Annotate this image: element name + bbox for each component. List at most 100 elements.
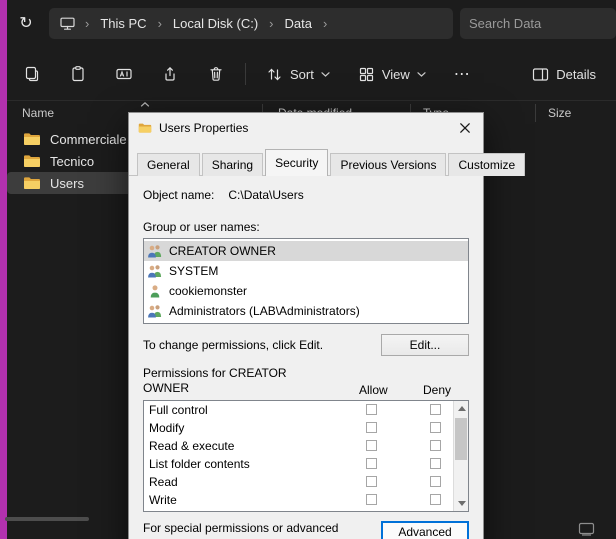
allow-checkbox[interactable] xyxy=(366,494,377,505)
this-pc-icon xyxy=(59,16,76,31)
deny-checkbox[interactable] xyxy=(430,404,441,415)
breadcrumb-item-local-disk[interactable]: Local Disk (C:) xyxy=(171,14,260,33)
scroll-down-icon[interactable] xyxy=(458,501,466,506)
group-icon xyxy=(147,244,163,258)
breadcrumb-item-this-pc[interactable]: This PC xyxy=(98,14,148,33)
permission-row-full-control[interactable]: Full control xyxy=(144,401,468,419)
dialog-titlebar[interactable]: Users Properties xyxy=(129,113,483,143)
advanced-button[interactable]: Advanced xyxy=(381,521,469,539)
permission-label: Write xyxy=(149,493,177,507)
sort-label: Sort xyxy=(290,67,314,82)
permission-label: List folder contents xyxy=(149,457,250,471)
group-item-label: CREATOR OWNER xyxy=(169,244,276,258)
share-button[interactable] xyxy=(153,58,187,90)
deny-checkbox[interactable] xyxy=(430,494,441,505)
object-name-label: Object name: xyxy=(143,188,214,202)
scrollbar-thumb[interactable] xyxy=(455,418,467,460)
sort-icon xyxy=(266,66,283,83)
chevron-down-icon xyxy=(417,70,426,78)
search-box[interactable] xyxy=(460,8,616,39)
folder-icon xyxy=(23,154,41,168)
tab-security[interactable]: Security xyxy=(265,149,328,176)
copy-icon xyxy=(23,65,41,83)
command-toolbar: Sort View ⋯ Details xyxy=(7,52,616,96)
share-icon xyxy=(161,65,179,83)
view-icon xyxy=(358,66,375,83)
vertical-scrollbar[interactable] xyxy=(453,401,468,511)
group-user-names-label: Group or user names: xyxy=(143,220,469,234)
breadcrumb-chevron-icon[interactable]: › xyxy=(269,16,273,31)
dialog-title: Users Properties xyxy=(159,121,248,135)
allow-checkbox[interactable] xyxy=(366,476,377,487)
group-user-list[interactable]: CREATOR OWNER SYSTEM cookiemonster Admin… xyxy=(143,238,469,324)
object-name-value: C:\Data\Users xyxy=(228,188,303,202)
details-pane-icon xyxy=(532,67,549,82)
permission-label: Read xyxy=(149,475,178,489)
details-pane-button[interactable]: Details xyxy=(524,60,604,89)
view-button[interactable]: View xyxy=(350,59,434,90)
column-header-size[interactable]: Size xyxy=(548,106,571,120)
breadcrumb-chevron-icon[interactable]: › xyxy=(323,16,327,31)
close-icon[interactable] xyxy=(447,113,483,143)
refresh-icon[interactable]: ↻ xyxy=(13,13,39,33)
tab-customize[interactable]: Customize xyxy=(448,153,525,176)
group-item-system[interactable]: SYSTEM xyxy=(144,261,468,281)
delete-button[interactable] xyxy=(199,58,233,90)
deny-checkbox[interactable] xyxy=(430,422,441,433)
breadcrumb-item-data[interactable]: Data xyxy=(283,14,314,33)
group-item-creator-owner[interactable]: CREATOR OWNER xyxy=(144,241,468,261)
more-options-button[interactable]: ⋯ xyxy=(446,57,478,91)
permission-row-modify[interactable]: Modify xyxy=(144,419,468,437)
copy-button[interactable] xyxy=(15,58,49,90)
allow-checkbox[interactable] xyxy=(366,440,377,451)
deny-checkbox[interactable] xyxy=(430,476,441,487)
tab-previous-versions[interactable]: Previous Versions xyxy=(330,153,446,176)
permission-row-write[interactable]: Write xyxy=(144,491,468,509)
permission-row-list-folder-contents[interactable]: List folder contents xyxy=(144,455,468,473)
tab-sharing[interactable]: Sharing xyxy=(202,153,263,176)
permission-row-read[interactable]: Read xyxy=(144,473,468,491)
permission-label: Full control xyxy=(149,403,208,417)
edit-button[interactable]: Edit... xyxy=(381,334,469,356)
file-name: Commerciale xyxy=(50,132,127,147)
tab-general[interactable]: General xyxy=(137,153,200,176)
deny-checkbox[interactable] xyxy=(430,440,441,451)
status-bar-icon[interactable] xyxy=(578,522,595,536)
advanced-hint-text: For special permissions or advanced sett… xyxy=(143,521,381,539)
scroll-up-icon[interactable] xyxy=(458,406,466,411)
sort-ascending-icon xyxy=(140,101,150,108)
permissions-for-label: Permissions for CREATOR OWNER xyxy=(143,366,311,396)
permissions-list[interactable]: Full control Modify Read & execute List … xyxy=(143,400,469,512)
group-icon xyxy=(147,304,163,318)
user-icon xyxy=(147,284,163,298)
details-pane-label: Details xyxy=(556,67,596,82)
deny-column-header: Deny xyxy=(423,383,451,397)
toolbar-divider xyxy=(245,63,246,85)
deny-checkbox[interactable] xyxy=(430,458,441,469)
paste-button[interactable] xyxy=(61,58,95,90)
permission-label: Read & execute xyxy=(149,439,234,453)
group-item-label: cookiemonster xyxy=(169,284,247,298)
users-properties-dialog: Users Properties General Sharing Securit… xyxy=(128,112,484,539)
search-input[interactable] xyxy=(469,16,616,31)
horizontal-scrollbar[interactable] xyxy=(5,517,89,521)
column-header-name[interactable]: Name xyxy=(22,106,54,120)
breadcrumb-chevron-icon[interactable]: › xyxy=(158,16,162,31)
group-item-administrators[interactable]: Administrators (LAB\Administrators) xyxy=(144,301,468,321)
sort-button[interactable]: Sort xyxy=(258,59,338,90)
breadcrumb-chevron-icon: › xyxy=(85,16,89,31)
column-divider[interactable] xyxy=(535,104,536,122)
permission-row-read-execute[interactable]: Read & execute xyxy=(144,437,468,455)
allow-checkbox[interactable] xyxy=(366,422,377,433)
edit-hint-text: To change permissions, click Edit. xyxy=(143,338,323,352)
group-item-cookiemonster[interactable]: cookiemonster xyxy=(144,281,468,301)
allow-column-header: Allow xyxy=(359,383,388,397)
paste-icon xyxy=(69,65,87,83)
rename-button[interactable] xyxy=(107,58,141,90)
allow-checkbox[interactable] xyxy=(366,404,377,415)
security-tab-page: Object name: C:\Data\Users Group or user… xyxy=(129,188,483,539)
file-name: Users xyxy=(50,176,84,191)
allow-checkbox[interactable] xyxy=(366,458,377,469)
group-item-label: SYSTEM xyxy=(169,264,218,278)
trash-icon xyxy=(207,65,225,83)
